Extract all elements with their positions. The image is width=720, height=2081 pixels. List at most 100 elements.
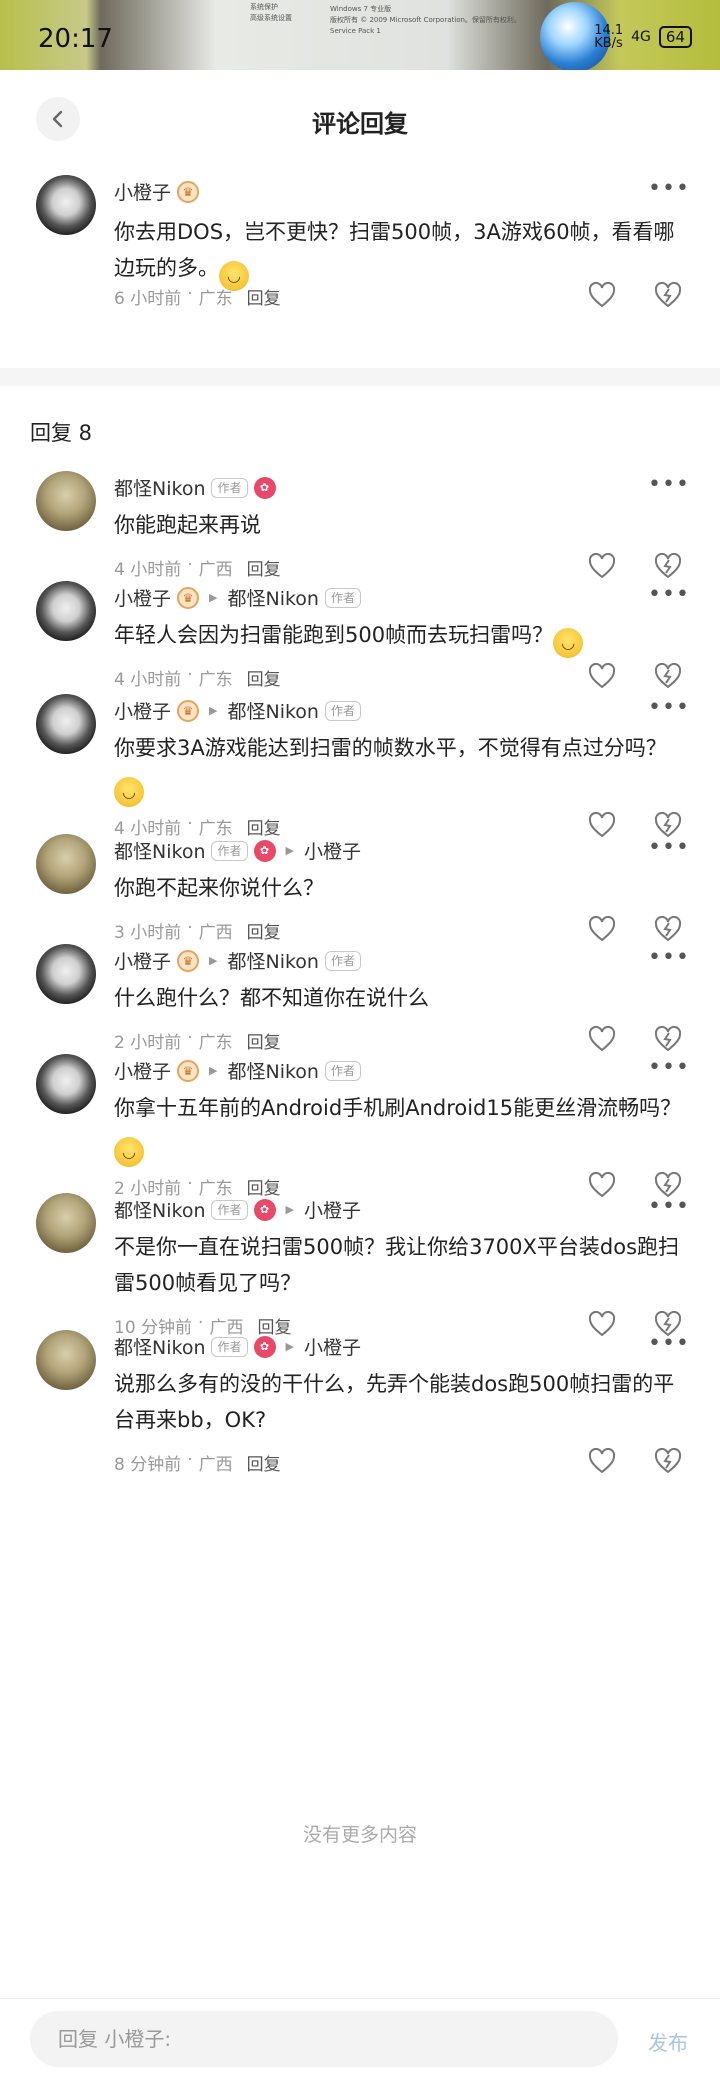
reply-to-user[interactable]: 小橙子 <box>304 1196 361 1223</box>
reply-to-user[interactable]: 小橙子 <box>304 837 361 864</box>
reply-to-arrow-icon: ▶ <box>209 591 218 604</box>
location: 广东 <box>198 819 233 839</box>
reply-button[interactable]: 回复 <box>247 555 281 580</box>
laugh-emoji-icon: ◡ <box>114 1137 144 1167</box>
time: 4 小时前 <box>114 819 182 839</box>
more-icon[interactable]: ••• <box>648 1194 690 1219</box>
more-icon[interactable]: ••• <box>648 1055 690 1080</box>
reply-text: 说那么多有的没的干什么，先弄个能装dos跑500帧扫雷的平台再来bb，OK? <box>114 1372 675 1432</box>
fan-badge-icon: ♛ <box>177 586 200 609</box>
reply-to-arrow-icon: ▶ <box>209 1064 218 1077</box>
avatar[interactable] <box>36 1330 96 1390</box>
username[interactable]: 都怪Nikon <box>114 474 205 501</box>
dislike-icon[interactable] <box>654 1448 682 1474</box>
like-icon[interactable] <box>588 812 616 838</box>
dislike-icon[interactable] <box>654 1026 682 1052</box>
fan-badge-icon: ♛ <box>177 699 200 722</box>
reply-to-arrow-icon: ▶ <box>209 704 218 717</box>
like-icon[interactable] <box>588 282 616 308</box>
time: 6 小时前 <box>114 289 182 309</box>
page-title: 评论回复 <box>312 110 408 138</box>
reply-meta: 4 小时前 · 广东 回复 <box>114 814 281 839</box>
reply-text: 不是你一直在说扫雷500帧？我让你给3700X平台装dos跑扫雷500帧看见了吗… <box>114 1235 680 1295</box>
more-icon[interactable]: ••• <box>648 945 690 970</box>
creator-badge-icon: ✿ <box>253 839 276 862</box>
location: 广西 <box>198 923 233 943</box>
username[interactable]: 都怪Nikon <box>114 1333 205 1360</box>
reply-to-arrow-icon: ▶ <box>285 1203 294 1216</box>
reply-to-user[interactable]: 都怪Nikon <box>227 1057 318 1084</box>
dislike-icon[interactable] <box>654 553 682 579</box>
background-system-info: 系统保护 高级系统设置 Windows 7 专业版 版权所有 © 2009 Mi… <box>250 3 521 35</box>
location: 广东 <box>198 289 233 309</box>
more-icon[interactable]: ••• <box>648 582 690 607</box>
like-icon[interactable] <box>588 916 616 942</box>
username[interactable]: 都怪Nikon <box>114 837 205 864</box>
status-time: 20:17 <box>38 24 113 54</box>
like-icon[interactable] <box>588 1311 616 1337</box>
section-divider <box>0 368 720 386</box>
dislike-icon[interactable] <box>654 282 682 308</box>
reply-header: 都怪Nikon 作者 ✿ ▶ 小橙子 <box>114 1196 361 1223</box>
reply-header: 小橙子 ♛ ▶ 都怪Nikon 作者 <box>114 947 361 974</box>
avatar[interactable] <box>36 834 96 894</box>
no-more-content: 没有更多内容 <box>302 1824 417 1846</box>
time: 8 分钟前 <box>114 1455 182 1475</box>
like-icon[interactable] <box>588 663 616 689</box>
avatar[interactable] <box>36 694 96 754</box>
more-icon[interactable]: ••• <box>648 695 690 720</box>
like-icon[interactable] <box>588 1026 616 1052</box>
reply-to-user[interactable]: 都怪Nikon <box>227 947 318 974</box>
avatar[interactable] <box>36 581 96 641</box>
reply-button[interactable]: 回复 <box>247 1450 281 1475</box>
like-icon[interactable] <box>588 1172 616 1198</box>
reply-button[interactable]: 回复 <box>247 665 281 690</box>
username[interactable]: 都怪Nikon <box>114 1196 205 1223</box>
like-icon[interactable] <box>588 553 616 579</box>
time: 4 小时前 <box>114 560 182 580</box>
reply-to-user[interactable]: 小橙子 <box>304 1333 361 1360</box>
username[interactable]: 小橙子 <box>114 584 171 611</box>
comment-reply-sheet: 评论回复 小橙子 ♛ ••• 你去用DOS，岂不更快？扫雷500帧，3A游戏60… <box>0 70 720 2081</box>
dislike-icon[interactable] <box>654 663 682 689</box>
avatar[interactable] <box>36 944 96 1004</box>
username[interactable]: 小橙子 <box>114 178 171 205</box>
reply-to-user[interactable]: 都怪Nikon <box>227 584 318 611</box>
reply-text: 年轻人会因为扫雷能跑到500帧而去玩扫雷吗？ ◡ <box>114 617 686 658</box>
laugh-emoji-icon: ◡ <box>553 628 584 658</box>
avatar[interactable] <box>36 1193 96 1253</box>
username[interactable]: 小橙子 <box>114 697 171 724</box>
more-icon[interactable]: ••• <box>648 835 690 860</box>
avatar[interactable] <box>36 1054 96 1114</box>
reply-button[interactable]: 回复 <box>247 814 281 839</box>
creator-badge-icon: ✿ <box>253 476 276 499</box>
fan-badge-icon: ♛ <box>177 949 200 972</box>
reply-button[interactable]: 回复 <box>247 918 281 943</box>
publish-button[interactable]: 发布 <box>648 2027 688 2056</box>
reply-to-user[interactable]: 都怪Nikon <box>227 697 318 724</box>
avatar[interactable] <box>36 471 96 531</box>
like-icon[interactable] <box>588 1448 616 1474</box>
location: 广西 <box>198 560 233 580</box>
more-icon[interactable]: ••• <box>648 472 690 497</box>
fan-badge-icon: ♛ <box>177 1059 200 1082</box>
time: 2 小时前 <box>114 1033 182 1053</box>
reply-text: 什么跑什么？都不知道你在说什么 <box>114 986 429 1010</box>
reply-input[interactable] <box>30 2011 618 2067</box>
author-tag: 作者 <box>211 1199 248 1220</box>
author-tag: 作者 <box>211 1336 248 1357</box>
author-tag: 作者 <box>211 840 248 861</box>
dislike-icon[interactable] <box>654 916 682 942</box>
reply-text: 你跑不起来你说什么？ <box>114 876 324 900</box>
location: 广东 <box>198 670 233 690</box>
reply-header: 小橙子 ♛ ▶ 都怪Nikon 作者 <box>114 697 361 724</box>
avatar[interactable] <box>36 175 96 235</box>
username[interactable]: 小橙子 <box>114 1057 171 1084</box>
battery-icon: 64 <box>658 26 692 48</box>
reply-header: 小橙子 ♛ ▶ 都怪Nikon 作者 <box>114 584 361 611</box>
more-icon[interactable]: ••• <box>648 176 690 201</box>
reply-button[interactable]: 回复 <box>247 1028 281 1053</box>
username[interactable]: 小橙子 <box>114 947 171 974</box>
more-icon[interactable]: ••• <box>648 1331 690 1356</box>
reply-button[interactable]: 回复 <box>247 284 281 309</box>
